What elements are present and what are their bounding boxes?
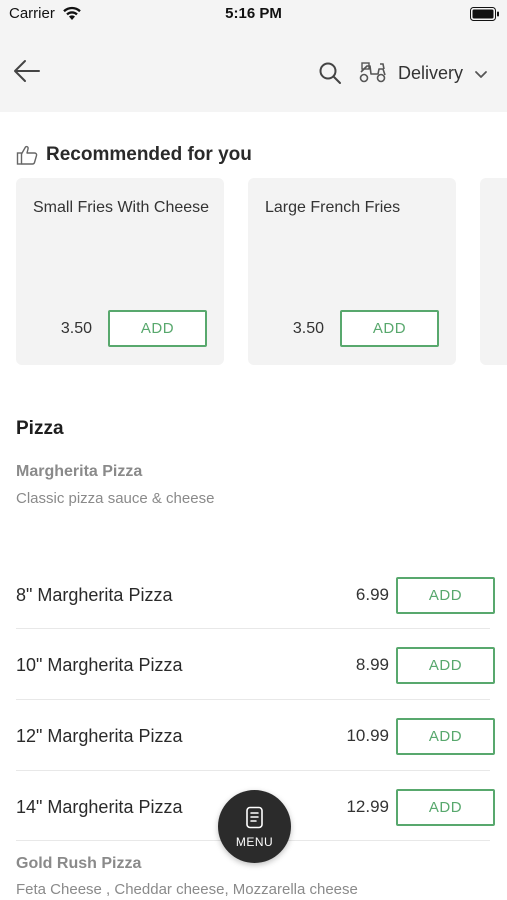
item-name: 14" Margherita Pizza xyxy=(16,797,183,817)
product-price: 3.50 xyxy=(60,320,92,337)
item-price: 12.99 xyxy=(346,797,389,816)
recommended-card[interactable]: Large French Fries 3.50 ADD xyxy=(248,178,456,365)
menu-button[interactable]: MENU xyxy=(218,790,291,863)
back-arrow-icon xyxy=(14,60,40,82)
thumbs-up-icon xyxy=(16,144,38,171)
add-button[interactable]: ADD xyxy=(396,789,495,826)
menu-item-row: 12" Margherita Pizza 10.99 ADD xyxy=(0,718,507,789)
product-price: 3.50 xyxy=(292,320,324,337)
delivery-mode-selector[interactable]: Delivery xyxy=(398,63,463,84)
product-group-title: Gold Rush Pizza xyxy=(16,855,142,872)
product-group-description: Classic pizza sauce & cheese xyxy=(16,490,215,507)
divider xyxy=(16,699,490,700)
item-name: 8" Margherita Pizza xyxy=(16,585,173,605)
menu-item-row: 10" Margherita Pizza 8.99 ADD xyxy=(0,647,507,718)
category-title: Pizza xyxy=(16,418,64,439)
add-button[interactable]: ADD xyxy=(396,577,495,614)
add-button[interactable]: ADD xyxy=(340,310,439,347)
recommended-card[interactable]: Small Fries With Cheese 3.50 ADD xyxy=(16,178,224,365)
item-name: 10" Margherita Pizza xyxy=(16,655,183,675)
product-name: Large French Fries xyxy=(265,199,401,216)
item-price: 8.99 xyxy=(355,655,389,674)
clock-time: 5:16 PM xyxy=(225,5,282,22)
chevron-down-icon[interactable] xyxy=(474,67,488,85)
add-button[interactable]: ADD xyxy=(108,310,207,347)
recommended-title: Recommended for you xyxy=(46,144,252,165)
add-button[interactable]: ADD xyxy=(396,647,495,684)
item-price: 6.99 xyxy=(355,585,389,604)
delivery-scooter-icon[interactable] xyxy=(358,60,388,89)
menu-book-icon xyxy=(245,806,264,835)
search-button[interactable] xyxy=(317,60,343,86)
product-name: Small Fries With Cheese xyxy=(33,199,210,216)
battery-icon xyxy=(470,7,500,26)
divider xyxy=(16,770,490,771)
back-button[interactable] xyxy=(12,56,44,86)
search-icon xyxy=(319,62,341,84)
item-price: 10.99 xyxy=(346,726,389,745)
menu-item-row: 8" Margherita Pizza 6.99 ADD xyxy=(0,577,507,648)
divider xyxy=(16,628,490,629)
item-name: 12" Margherita Pizza xyxy=(16,726,183,746)
recommended-card-partial[interactable] xyxy=(480,178,507,365)
menu-button-label: MENU xyxy=(235,835,274,849)
top-navigation-bar: Delivery xyxy=(0,30,507,112)
product-group-title: Margherita Pizza xyxy=(16,463,143,480)
status-bar: Carrier 5:16 PM xyxy=(0,0,507,30)
product-group-description: Feta Cheese , Cheddar cheese, Mozzarella… xyxy=(16,881,358,898)
add-button[interactable]: ADD xyxy=(396,718,495,755)
